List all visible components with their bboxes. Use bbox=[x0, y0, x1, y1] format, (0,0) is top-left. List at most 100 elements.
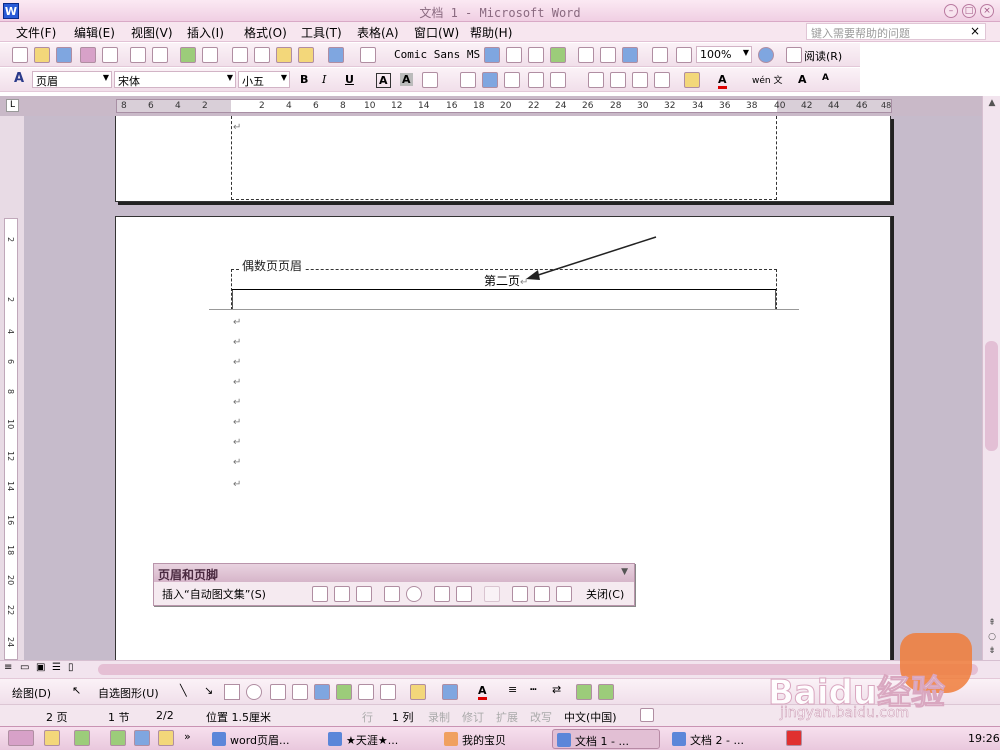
spelling-status-icon[interactable] bbox=[640, 708, 654, 722]
wordart-icon[interactable] bbox=[314, 684, 330, 700]
scroll-up-icon[interactable]: ▲ bbox=[986, 98, 998, 110]
char-scale-icon[interactable] bbox=[422, 72, 438, 88]
save-icon[interactable] bbox=[56, 47, 72, 63]
arrow-style-icon[interactable]: ⇄ bbox=[552, 683, 561, 696]
draw-menu-button[interactable]: 绘图(D) bbox=[12, 685, 51, 701]
status-track-changes[interactable]: 修订 bbox=[462, 709, 484, 725]
insert-page-number-icon[interactable] bbox=[312, 586, 328, 602]
quicklaunch-icon[interactable] bbox=[110, 730, 126, 746]
toolbar-options-icon[interactable]: ▼ bbox=[621, 567, 628, 577]
cut-icon[interactable] bbox=[232, 47, 248, 63]
tables-borders-icon[interactable] bbox=[506, 47, 522, 63]
header-footer-toolbar[interactable]: 页眉和页脚 ▼ 插入“自动图文集”(S) 关闭(C) bbox=[153, 563, 635, 606]
browse-object-icon[interactable]: ○ bbox=[986, 632, 998, 644]
bold-button[interactable]: B bbox=[300, 73, 308, 86]
spelling-icon[interactable] bbox=[180, 47, 196, 63]
open-icon[interactable] bbox=[34, 47, 50, 63]
menu-tools[interactable]: 工具(T) bbox=[301, 24, 342, 41]
horizontal-ruler[interactable]: L 8 6 4 2 2 4 6 8 10 12 14 16 18 20 22 2… bbox=[0, 96, 1000, 116]
undo-icon[interactable] bbox=[328, 47, 344, 63]
document-map-icon[interactable] bbox=[622, 47, 638, 63]
insert-date-icon[interactable] bbox=[384, 586, 400, 602]
font-color-button[interactable]: A bbox=[718, 73, 727, 89]
quicklaunch-icon[interactable] bbox=[74, 730, 90, 746]
menu-edit[interactable]: 编辑(E) bbox=[74, 24, 115, 41]
maximize-button[interactable]: □ bbox=[962, 4, 976, 18]
web-view-icon[interactable]: ▭ bbox=[20, 662, 29, 673]
format-page-number-icon[interactable] bbox=[356, 586, 372, 602]
menu-table[interactable]: 表格(A) bbox=[357, 24, 399, 41]
insert-time-icon[interactable] bbox=[406, 586, 422, 602]
insert-table-icon[interactable] bbox=[528, 47, 544, 63]
taskbar-item[interactable]: word页眉... bbox=[208, 729, 320, 749]
normal-view-icon[interactable]: ≡ bbox=[4, 662, 12, 673]
char-shading-button[interactable]: A bbox=[400, 73, 413, 86]
taskbar-item[interactable]: 文档 2 - ... bbox=[668, 729, 776, 749]
format-painter-icon[interactable] bbox=[298, 47, 314, 63]
new-document-icon[interactable] bbox=[12, 47, 28, 63]
font-size-select[interactable]: 小五 ▼ bbox=[238, 71, 290, 88]
char-border-button[interactable]: A bbox=[376, 73, 391, 88]
drawing-font-color-icon[interactable]: A bbox=[478, 684, 487, 700]
menu-file[interactable]: 文件(F) bbox=[16, 24, 56, 41]
toolbar-title[interactable]: 页眉和页脚 ▼ bbox=[154, 564, 634, 582]
increase-indent-icon[interactable] bbox=[654, 72, 670, 88]
align-left-icon[interactable] bbox=[460, 72, 476, 88]
diagram-icon[interactable] bbox=[336, 684, 352, 700]
justify-icon[interactable] bbox=[528, 72, 544, 88]
outline-view-icon[interactable]: ☰ bbox=[52, 662, 61, 673]
shadow-style-icon[interactable] bbox=[576, 684, 592, 700]
menu-format[interactable]: 格式(O) bbox=[244, 24, 287, 41]
font-select[interactable]: 宋体 ▼ bbox=[114, 71, 236, 88]
3d-style-icon[interactable] bbox=[598, 684, 614, 700]
shrink-font-button[interactable]: A bbox=[822, 73, 829, 83]
align-center-icon[interactable] bbox=[482, 72, 498, 88]
menu-insert[interactable]: 插入(I) bbox=[187, 24, 224, 41]
bullets-icon[interactable] bbox=[610, 72, 626, 88]
line-style-icon[interactable]: ≡ bbox=[508, 683, 517, 696]
tab-selector[interactable]: L bbox=[6, 99, 19, 112]
numbering-icon[interactable] bbox=[588, 72, 604, 88]
highlight-icon[interactable] bbox=[684, 72, 700, 88]
reading-view-icon[interactable]: ▯ bbox=[68, 662, 74, 673]
status-overtype[interactable]: 改写 bbox=[530, 709, 552, 725]
page-setup-icon[interactable] bbox=[434, 586, 450, 602]
previous-page-icon[interactable]: ⇞ bbox=[986, 618, 998, 630]
line-icon[interactable]: ╲ bbox=[180, 684, 187, 697]
show-hide-text-icon[interactable] bbox=[456, 586, 472, 602]
vertical-textbox-icon[interactable] bbox=[292, 684, 308, 700]
ruler-body[interactable]: 8 6 4 2 2 4 6 8 10 12 14 16 18 20 22 24 … bbox=[116, 99, 892, 113]
quicklaunch-icon[interactable] bbox=[134, 730, 150, 746]
menu-view[interactable]: 视图(V) bbox=[131, 24, 173, 41]
status-extend[interactable]: 扩展 bbox=[496, 709, 518, 725]
show-next-icon[interactable] bbox=[556, 586, 572, 602]
oval-icon[interactable] bbox=[246, 684, 262, 700]
insert-autotext-button[interactable]: 插入“自动图文集”(S) bbox=[162, 586, 266, 602]
print-preview-icon[interactable] bbox=[152, 47, 168, 63]
start-button[interactable] bbox=[8, 730, 34, 746]
research-icon[interactable] bbox=[202, 47, 218, 63]
show-previous-icon[interactable] bbox=[534, 586, 550, 602]
menu-help[interactable]: 帮助(H) bbox=[470, 24, 512, 41]
show-hide-icon[interactable] bbox=[652, 47, 668, 63]
menu-window[interactable]: 窗口(W) bbox=[414, 24, 459, 41]
rectangle-icon[interactable] bbox=[224, 684, 240, 700]
insert-excel-icon[interactable] bbox=[550, 47, 566, 63]
help-icon[interactable] bbox=[758, 47, 774, 63]
quicklaunch-icon[interactable] bbox=[158, 730, 174, 746]
print-view-icon[interactable]: ▣ bbox=[36, 662, 45, 673]
minimize-button[interactable]: – bbox=[944, 4, 958, 18]
more-quicklaunch-icon[interactable]: » bbox=[184, 730, 191, 743]
fill-color-icon[interactable] bbox=[410, 684, 426, 700]
grow-font-button[interactable]: A bbox=[798, 73, 807, 86]
italic-button[interactable]: I bbox=[322, 73, 326, 86]
styles-icon[interactable]: A bbox=[14, 71, 24, 86]
hyperlink-icon[interactable] bbox=[484, 47, 500, 63]
redo-icon[interactable] bbox=[360, 47, 376, 63]
autoshapes-menu-button[interactable]: 自选图形(U) bbox=[98, 685, 159, 701]
line-spacing-icon[interactable] bbox=[550, 72, 566, 88]
textbox-icon[interactable] bbox=[270, 684, 286, 700]
email-icon[interactable] bbox=[102, 47, 118, 63]
next-page-icon[interactable]: ⇟ bbox=[986, 646, 998, 658]
style-select[interactable]: 页眉 ▼ bbox=[32, 71, 112, 88]
